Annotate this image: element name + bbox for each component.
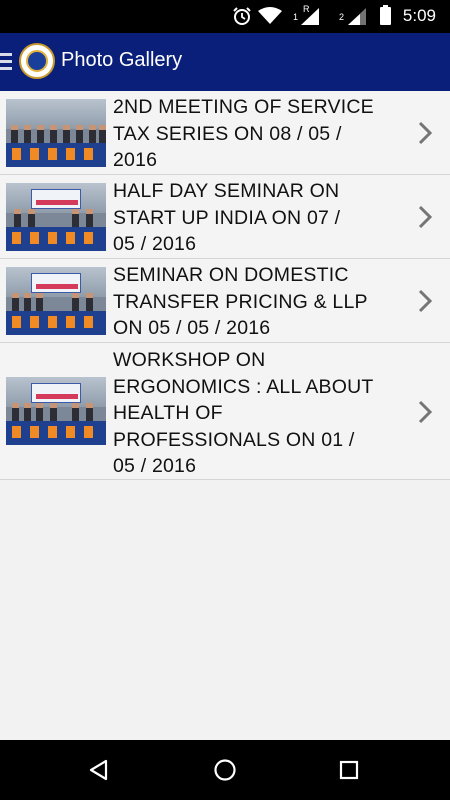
- recents-icon[interactable]: [334, 755, 364, 785]
- navigation-bar: [0, 740, 450, 800]
- menu-icon[interactable]: [0, 53, 12, 71]
- list-item[interactable]: HALF DAY SEMINAR ON START UP INDIA ON 07…: [0, 175, 450, 259]
- status-time: 5:09: [402, 6, 436, 25]
- list-item[interactable]: 2ND MEETING OF SERVICE TAX SERIES ON 08 …: [0, 91, 450, 175]
- signal-icon: [348, 8, 366, 25]
- event-thumbnail: [6, 377, 106, 445]
- chevron-right-icon: [418, 289, 432, 313]
- back-icon[interactable]: [84, 755, 114, 785]
- event-title: 2ND MEETING OF SERVICE TAX SERIES ON 08 …: [113, 96, 374, 171]
- wifi-icon: [258, 7, 282, 24]
- event-title: SEMINAR ON DOMESTIC TRANSFER PRICING & L…: [113, 264, 368, 339]
- app-bar: Photo Gallery: [0, 33, 450, 91]
- page-title: Photo Gallery: [61, 49, 183, 71]
- alarm-icon: [233, 7, 251, 25]
- sim1-label: 1: [293, 12, 299, 22]
- event-thumbnail: [6, 267, 106, 335]
- home-icon[interactable]: [210, 755, 240, 785]
- signal-icon: [301, 8, 319, 25]
- battery-icon: [380, 5, 391, 25]
- chevron-right-icon: [418, 400, 432, 424]
- event-title: WORKSHOP ON ERGONOMICS : ALL ABOUT HEALT…: [113, 349, 374, 477]
- sim2-label: 2: [339, 12, 345, 22]
- logo-icon: [19, 43, 55, 79]
- gallery-list: 2ND MEETING OF SERVICE TAX SERIES ON 08 …: [0, 91, 450, 480]
- list-item[interactable]: SEMINAR ON DOMESTIC TRANSFER PRICING & L…: [0, 259, 450, 343]
- event-thumbnail: [6, 99, 106, 167]
- status-bar: 1 R 2 5:09: [0, 0, 450, 33]
- chevron-right-icon: [418, 121, 432, 145]
- event-thumbnail: [6, 183, 106, 251]
- event-title: HALF DAY SEMINAR ON START UP INDIA ON 07…: [113, 180, 341, 255]
- list-item[interactable]: WORKSHOP ON ERGONOMICS : ALL ABOUT HEALT…: [0, 343, 450, 480]
- chevron-right-icon: [418, 205, 432, 229]
